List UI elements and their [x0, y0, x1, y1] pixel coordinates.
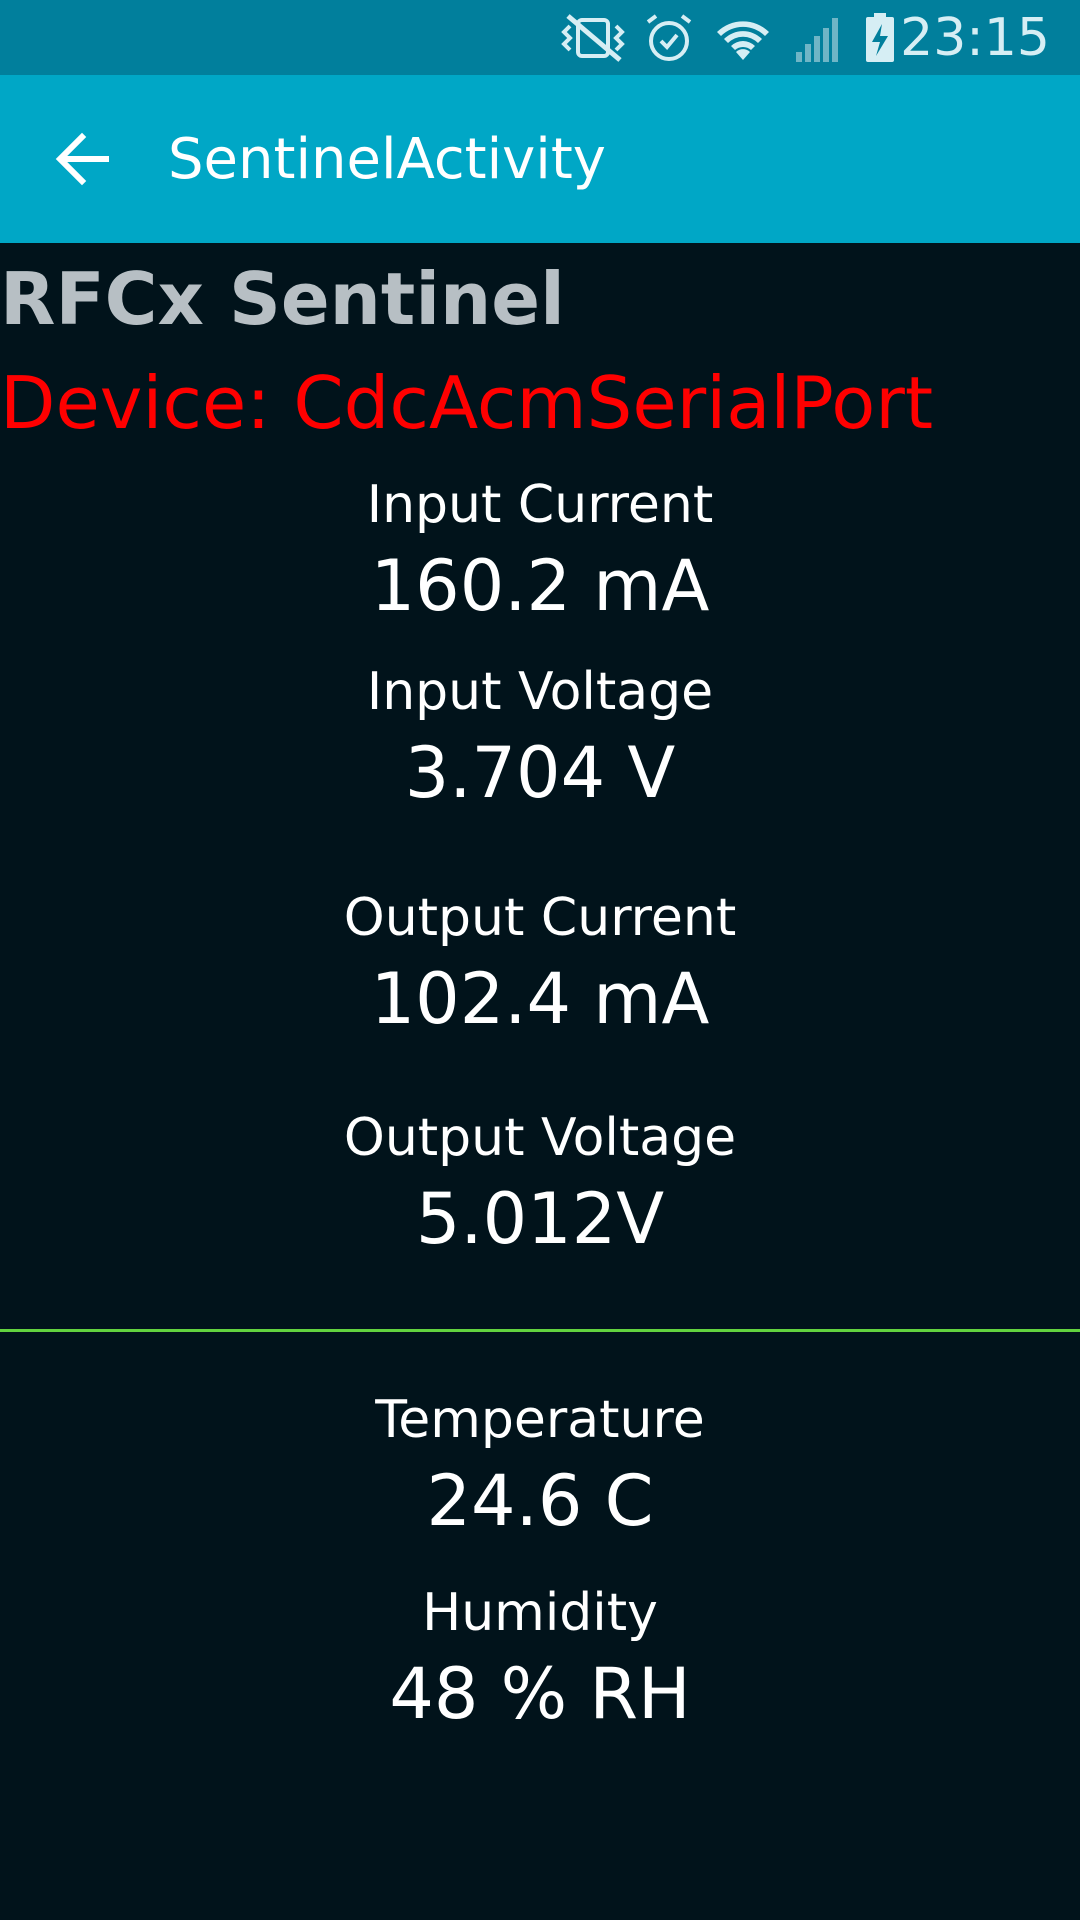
- divider: [0, 1329, 1080, 1332]
- reading-temperature: Temperature 24.6 C: [0, 1387, 1080, 1549]
- reading-humidity: Humidity 48 % RH: [0, 1580, 1080, 1742]
- reading-label: Input Voltage: [366, 662, 714, 722]
- arrow-back-icon: [55, 132, 109, 186]
- alarm-icon: [646, 14, 692, 61]
- reading-value: 24.6 C: [426, 1460, 654, 1542]
- reading-label: Input Current: [366, 475, 714, 535]
- reading-value: 3.704 V: [404, 732, 676, 814]
- battery-charging-icon: [866, 13, 894, 62]
- reading-label: Temperature: [375, 1390, 705, 1450]
- status-time: 23:15: [900, 8, 1050, 68]
- reading-label: Humidity: [422, 1583, 658, 1643]
- reading-label: Output Voltage: [343, 1108, 737, 1168]
- reading-input-voltage: Input Voltage 3.704 V: [0, 659, 1080, 821]
- reading-input-current: Input Current 160.2 mA: [0, 472, 1080, 634]
- app-bar: SentinelActivity: [0, 75, 1080, 243]
- reading-output-voltage: Output Voltage 5.012V: [0, 1105, 1080, 1267]
- back-button[interactable]: [40, 119, 130, 199]
- wifi-icon: [717, 21, 769, 60]
- cell-signal-icon: [796, 18, 838, 62]
- mute-vibrate-icon: [561, 14, 625, 62]
- reading-value: 48 % RH: [389, 1653, 691, 1735]
- reading-value: 5.012V: [415, 1178, 665, 1260]
- device-status: Device: CdcAcmSerialPort: [0, 361, 934, 445]
- status-bar: 23:15: [0, 0, 1080, 75]
- reading-value: 160.2 mA: [370, 545, 710, 627]
- app-title: SentinelActivity: [168, 127, 606, 192]
- reading-label: Output Current: [343, 888, 737, 948]
- reading-value: 102.4 mA: [370, 958, 710, 1040]
- page-heading: RFCx Sentinel: [0, 257, 565, 341]
- reading-output-current: Output Current 102.4 mA: [0, 885, 1080, 1047]
